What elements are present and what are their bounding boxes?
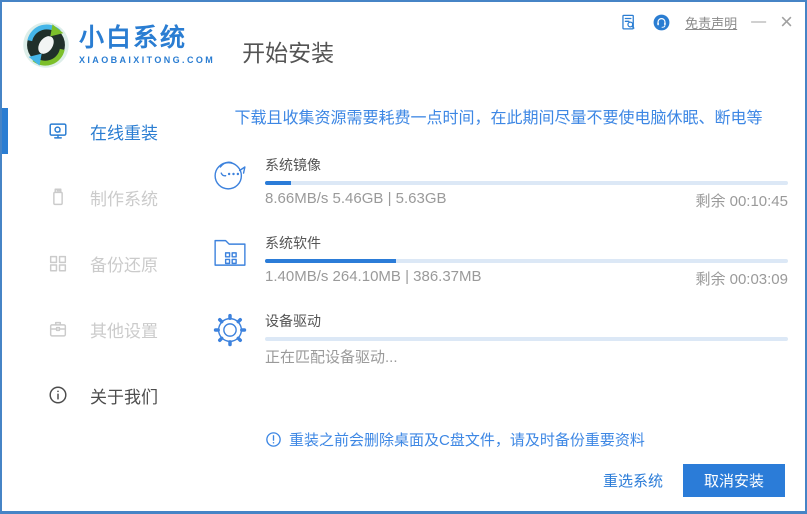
progress-bar [265, 259, 788, 263]
cancel-install-button[interactable]: 取消安装 [682, 464, 785, 497]
sidebar-item-label: 其他设置 [90, 321, 158, 341]
backup-blocks-icon [49, 255, 67, 272]
sidebar-item-label: 在线重装 [90, 123, 158, 143]
task-speed-stats: 1.40MB/s 264.10MB | 386.37MB [265, 268, 482, 285]
progress-bar [265, 337, 788, 341]
task-remaining-time: 剩余 00:10:45 [695, 193, 788, 210]
progress-bar [265, 181, 788, 185]
mascot-face-icon [214, 161, 246, 190]
brand-domain: XIAOBAIXITONG.COM [79, 55, 216, 66]
minimize-button[interactable]: — [751, 14, 766, 31]
page-title: 开始安装 [242, 40, 335, 66]
sidebar-item-label: 关于我们 [90, 387, 158, 407]
sidebar-item-make-system[interactable]: 制作系统 [2, 164, 192, 230]
task-name: 设备驱动 [265, 313, 321, 329]
close-button[interactable]: × [780, 11, 793, 33]
info-circle-icon [49, 386, 67, 404]
sidebar-item-label: 制作系统 [90, 189, 158, 209]
document-search-icon[interactable] [619, 13, 638, 32]
brand-block: 小白系统 XIAOBAIXITONG.COM [79, 23, 216, 66]
briefcase-icon [49, 321, 67, 337]
app-logo-icon [23, 22, 69, 68]
task-remaining-time: 剩余 00:03:09 [695, 271, 788, 288]
footer-actions: 重选系统 取消安装 [603, 464, 785, 497]
sidebar-item-other-settings[interactable]: 其他设置 [2, 296, 192, 362]
sidebar-item-backup-restore[interactable]: 备份还原 [2, 230, 192, 296]
reselect-system-button[interactable]: 重选系统 [603, 470, 663, 491]
download-notice: 下载且收集资源需要耗费一点时间，在此期间尽量不要使电脑休眠、断电等 [234, 110, 763, 127]
sidebar: 在线重装 制作系统 备份还原 其他设置 关于我们 [2, 88, 192, 511]
disclaimer-link[interactable]: 免责声明 [685, 13, 737, 32]
progress-fill [265, 181, 292, 185]
backup-warning-text: 重装之前会删除桌面及C盘文件，请及时备份重要资料 [289, 432, 645, 449]
sidebar-item-about-us[interactable]: 关于我们 [2, 362, 192, 428]
gear-icon [213, 313, 247, 347]
sidebar-item-label: 备份还原 [90, 255, 158, 275]
body: 在线重装 制作系统 备份还原 其他设置 关于我们 下载且收集资源需要耗费一点时间… [2, 88, 805, 511]
header-actions: 免责声明 — × [619, 11, 793, 33]
header: 小白系统 XIAOBAIXITONG.COM 开始安装 免责声明 — × [2, 2, 805, 88]
task-name: 系统软件 [265, 235, 321, 251]
software-folder-icon [214, 239, 246, 266]
task-speed-stats: 8.66MB/s 5.46GB | 5.63GB [265, 190, 447, 207]
progress-fill [265, 259, 396, 263]
app-window: 小白系统 XIAOBAIXITONG.COM 开始安装 免责声明 — × 在线重… [0, 0, 807, 514]
task-name: 系统镜像 [265, 157, 321, 173]
customer-service-icon[interactable] [652, 13, 671, 32]
brand-name: 小白系统 [79, 23, 188, 52]
alert-circle-icon [266, 432, 281, 447]
task-status-text: 正在匹配设备驱动... [265, 349, 398, 366]
sidebar-item-online-reinstall[interactable]: 在线重装 [2, 98, 192, 164]
task-row-device-drivers: 设备驱动 正在匹配设备驱动... [209, 309, 788, 367]
usb-drive-icon [53, 188, 63, 206]
backup-warning-note: 重装之前会删除桌面及C盘文件，请及时备份重要资料 [265, 429, 788, 450]
task-row-system-image: 系统镜像 8.66MB/s 5.46GB | 5.63GB 剩余 00:10:4… [209, 153, 788, 211]
task-row-system-software: 系统软件 1.40MB/s 264.10MB | 386.37MB 剩余 00:… [209, 231, 788, 289]
main-panel: 下载且收集资源需要耗费一点时间，在此期间尽量不要使电脑休眠、断电等 系统镜像 8… [192, 88, 805, 511]
computer-monitor-icon [49, 123, 67, 139]
